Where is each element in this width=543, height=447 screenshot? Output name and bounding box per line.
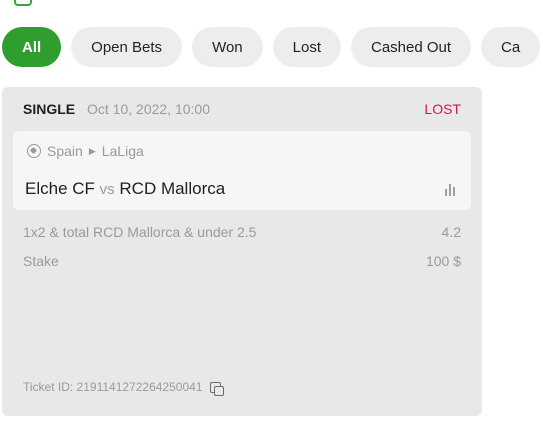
stake-label: Stake	[23, 253, 59, 269]
event-country: Spain	[47, 143, 83, 159]
filter-open-bets[interactable]: Open Bets	[71, 27, 183, 67]
vs-label: vs	[99, 181, 115, 198]
bet-card[interactable]: SINGLE Oct 10, 2022, 10:00 LOST Spain ▶ …	[2, 87, 482, 416]
checkbox-icon	[14, 0, 32, 6]
selection-text: 1x2 & total RCD Mallorca & under 2.5	[23, 224, 257, 240]
stake-row: Stake 100 $	[23, 253, 461, 269]
copy-icon[interactable]	[210, 381, 225, 396]
odds-value: 4.2	[441, 224, 461, 240]
soccer-ball-icon	[27, 144, 41, 158]
selection-row: 1x2 & total RCD Mallorca & under 2.5 4.2	[23, 224, 461, 240]
caret-right-icon: ▶	[88, 145, 96, 156]
bet-date: Oct 10, 2022, 10:00	[87, 101, 210, 117]
filter-tabs: All Open Bets Won Lost Cashed Out Ca	[2, 27, 541, 67]
filter-all[interactable]: All	[2, 27, 62, 67]
home-team: Elche CF	[25, 179, 95, 198]
bet-header: SINGLE Oct 10, 2022, 10:00 LOST	[23, 101, 461, 119]
event-teams: Elche CF vs RCD Mallorca	[25, 179, 225, 199]
filter-more[interactable]: Ca	[481, 27, 541, 67]
event-box[interactable]: Spain ▶ LaLiga Elche CF vs RCD Mallorca	[13, 131, 471, 210]
filter-cashed-out[interactable]: Cashed Out	[351, 27, 472, 67]
filter-lost[interactable]: Lost	[272, 27, 341, 67]
stake-value: 100 $	[425, 253, 461, 269]
away-team: RCD Mallorca	[119, 179, 226, 198]
filter-won[interactable]: Won	[192, 27, 263, 67]
event-league: LaLiga	[101, 143, 144, 159]
bet-type: SINGLE	[23, 101, 76, 117]
event-meta: Spain ▶ LaLiga	[27, 143, 144, 159]
ticket-id: Ticket ID: 2191141272264250041	[23, 380, 203, 394]
ticket-id-row: Ticket ID: 2191141272264250041	[23, 380, 225, 396]
stats-icon[interactable]	[445, 184, 455, 196]
bet-status-badge: LOST	[424, 101, 461, 117]
